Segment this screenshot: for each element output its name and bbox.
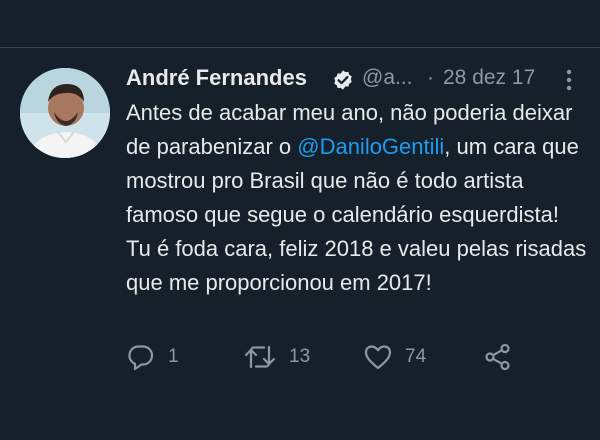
share-icon bbox=[485, 343, 510, 371]
tweet[interactable]: André Fernandes @a... · 28 dez 17 Antes … bbox=[0, 48, 600, 440]
avatar-photo bbox=[20, 68, 110, 158]
share-button[interactable] bbox=[483, 342, 513, 372]
author-name[interactable]: André Fernandes bbox=[126, 65, 307, 91]
heart-icon bbox=[364, 345, 392, 370]
avatar[interactable] bbox=[20, 68, 110, 158]
reply-count: 1 bbox=[168, 346, 179, 367]
verified-badge-icon bbox=[334, 70, 352, 90]
separator-dot: · bbox=[427, 66, 434, 89]
more-vertical-icon[interactable] bbox=[559, 67, 579, 93]
retweet-count: 13 bbox=[289, 346, 311, 367]
retweet-icon bbox=[244, 345, 276, 369]
tweet-date[interactable]: 28 dez 17 bbox=[443, 66, 535, 90]
tweet-text: Antes de acabar meu ano, não poderia dei… bbox=[126, 96, 588, 300]
tweet-header: André Fernandes @a... · 28 dez 17 bbox=[126, 65, 586, 95]
reply-button[interactable]: 1 bbox=[126, 342, 206, 372]
like-button[interactable]: 74 bbox=[363, 342, 453, 372]
retweet-button[interactable]: 13 bbox=[243, 342, 333, 372]
like-count: 74 bbox=[405, 346, 427, 367]
author-handle[interactable]: @a... bbox=[362, 66, 413, 90]
action-bar: 1 13 74 bbox=[126, 338, 566, 378]
reply-icon bbox=[128, 345, 154, 371]
mention-link[interactable]: @DaniloGentili bbox=[297, 134, 444, 159]
